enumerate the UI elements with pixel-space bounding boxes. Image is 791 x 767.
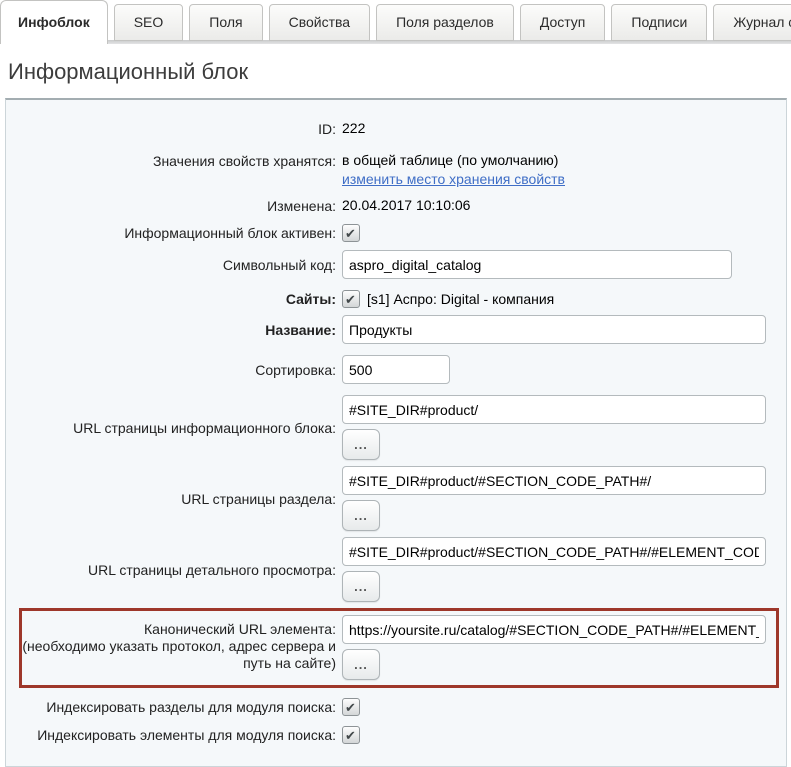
tab-properties[interactable]: Свойства [269,4,370,41]
row-name: Название: [7,315,786,344]
row-index-elements: Индексировать элементы для модуля поиска… [7,726,786,744]
code-label: Символьный код: [7,250,336,279]
tab-bar: Инфоблок SEO Поля Свойства Поля разделов… [0,0,791,44]
page-title: Информационный блок [8,59,791,85]
change-storage-link[interactable]: изменить место хранения свойств [342,171,565,187]
canonical-url-label: Канонический URL элемента: [22,621,336,638]
row-sort: Сортировка: [7,355,786,384]
row-canonical-url: Канонический URL элемента: (необходимо у… [22,615,776,680]
row-sites: Сайты: [s1] Аспро: Digital - компания [7,290,786,308]
active-checkbox[interactable] [342,224,360,242]
tab-section-fields[interactable]: Поля разделов [376,4,514,41]
section-url-input[interactable] [342,466,766,495]
sites-label: Сайты: [7,291,336,308]
canonical-url-note: (необходимо указать протокол, адрес серв… [22,638,336,672]
property-storage-value: в общей таблице (по умолчанию) [342,152,565,169]
property-storage-label: Значения свойств хранятся: [7,152,336,188]
list-url-browse-button[interactable]: ... [342,429,380,460]
site-s1-checkbox[interactable] [342,290,360,308]
tab-fields[interactable]: Поля [189,4,262,41]
name-input[interactable] [342,315,766,344]
modified-value: 20.04.2017 10:10:06 [342,197,470,215]
list-url-input[interactable] [342,395,766,424]
tab-access[interactable]: Доступ [520,4,606,41]
row-modified: Изменена: 20.04.2017 10:10:06 [7,197,786,215]
tab-event-log[interactable]: Журнал событий [713,4,791,41]
id-value: 222 [342,120,365,138]
row-active: Информационный блок активен: [7,224,786,242]
row-property-storage: Значения свойств хранятся: в общей табли… [7,152,786,188]
site-s1-label: [s1] Аспро: Digital - компания [367,291,554,308]
active-label: Информационный блок активен: [7,225,336,242]
detail-url-browse-button[interactable]: ... [342,571,380,602]
id-label: ID: [7,120,336,138]
canonical-url-highlight-box: Канонический URL элемента: (необходимо у… [19,608,779,688]
index-elements-label: Индексировать элементы для модуля поиска… [7,727,336,744]
modified-label: Изменена: [7,197,336,215]
row-section-url: URL страницы раздела: ... [7,466,786,531]
index-sections-checkbox[interactable] [342,698,360,716]
row-detail-url: URL страницы детального просмотра: ... [7,537,786,602]
section-url-browse-button[interactable]: ... [342,500,380,531]
index-elements-checkbox[interactable] [342,726,360,744]
tab-seo[interactable]: SEO [114,4,184,41]
code-input[interactable] [342,250,732,279]
canonical-url-input[interactable] [342,615,766,644]
detail-url-label: URL страницы детального просмотра: [7,561,336,579]
sort-label: Сортировка: [7,355,336,384]
sort-input[interactable] [342,355,450,384]
tab-infoblock[interactable]: Инфоблок [0,0,108,44]
detail-url-input[interactable] [342,537,766,566]
row-list-url: URL страницы информационного блока: ... [7,395,786,460]
row-code: Символьный код: [7,250,786,279]
canonical-url-browse-button[interactable]: ... [342,649,380,680]
name-label: Название: [7,315,336,344]
row-index-sections: Индексировать разделы для модуля поиска: [7,698,786,716]
tab-captions[interactable]: Подписи [611,4,707,41]
row-id: ID: 222 [7,120,786,138]
index-sections-label: Индексировать разделы для модуля поиска: [7,699,336,716]
infoblock-form-panel: ID: 222 Значения свойств хранятся: в общ… [5,98,787,767]
section-url-label: URL страницы раздела: [7,490,336,508]
list-url-label: URL страницы информационного блока: [7,419,336,437]
